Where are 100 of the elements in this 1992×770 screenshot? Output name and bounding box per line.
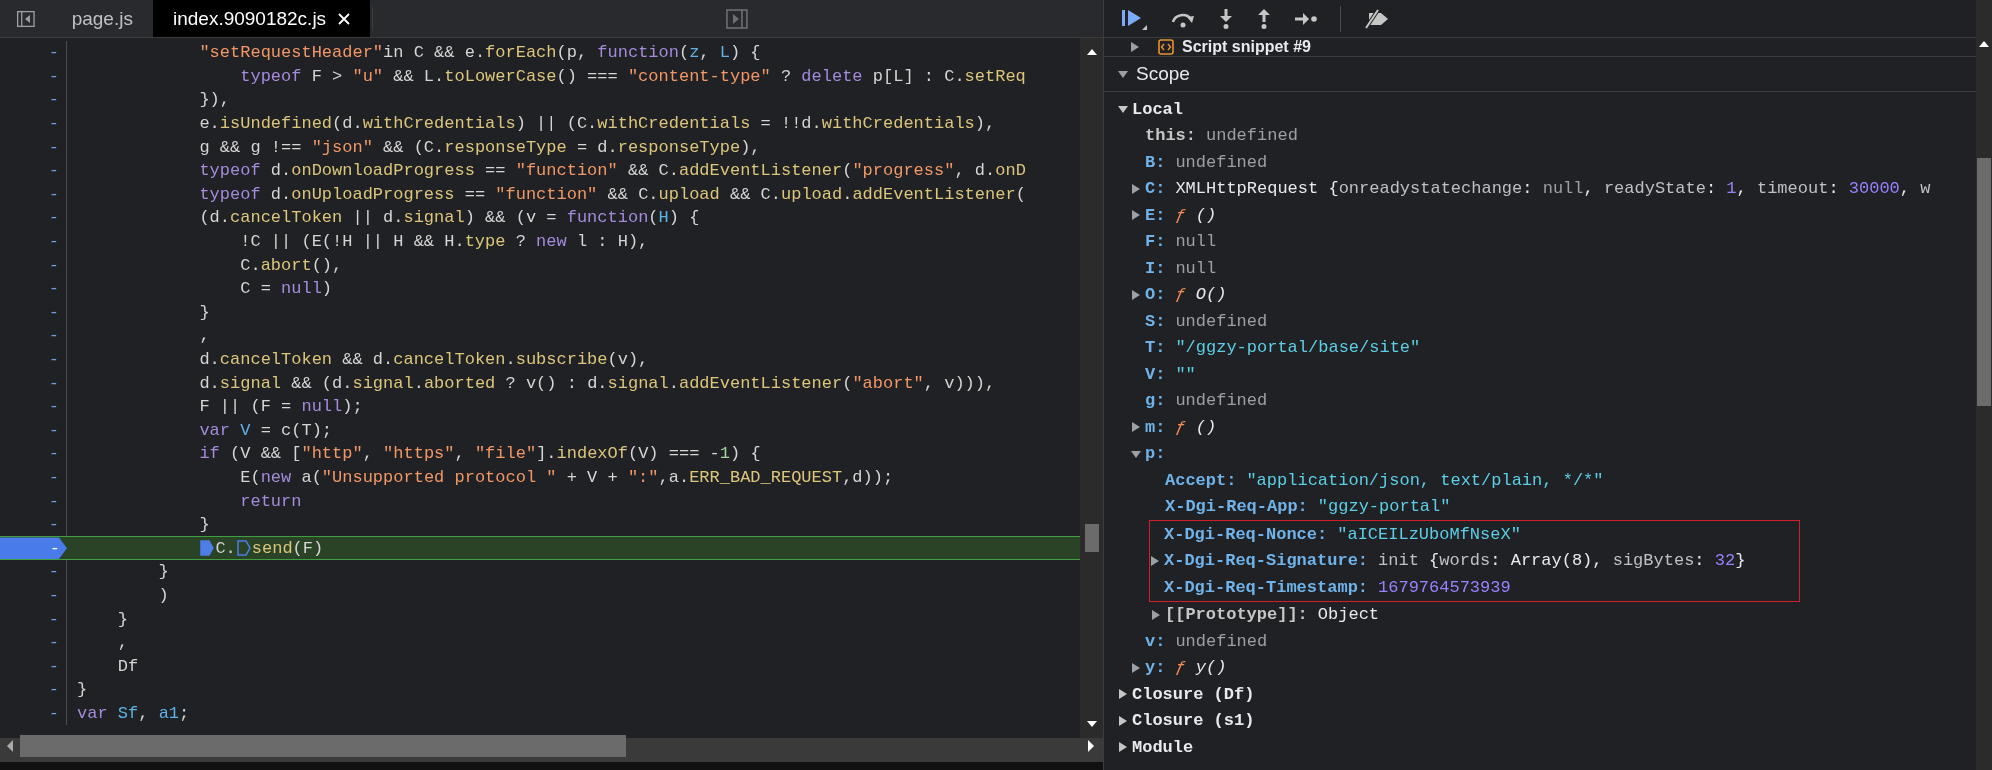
scrollbar-thumb[interactable] xyxy=(20,735,626,757)
line-number[interactable]: - xyxy=(0,135,67,159)
line-number[interactable]: - xyxy=(0,324,67,348)
expand-triangle-icon[interactable] xyxy=(1150,555,1160,566)
expand-triangle-icon[interactable] xyxy=(1131,289,1141,300)
line-number[interactable]: - xyxy=(0,583,67,608)
line-number[interactable]: - xyxy=(0,607,67,631)
line-number[interactable]: - xyxy=(0,41,67,65)
line-number[interactable]: - xyxy=(0,489,67,513)
breakpoint-marker-icon[interactable] xyxy=(200,540,215,557)
file-tab[interactable]: page.js xyxy=(51,0,153,37)
code-text: C. xyxy=(215,538,236,558)
variable-value: undefined xyxy=(1175,311,1268,331)
line-number[interactable]: - xyxy=(0,347,67,372)
code-line: d.signal && (d.signal.aborted ? v() : d.signal.addEventListener("abort", v))), xyxy=(198,373,996,393)
line-number[interactable]: - xyxy=(0,88,67,112)
variable-name: T: xyxy=(1145,338,1166,358)
variable-name: Accept: xyxy=(1165,470,1237,490)
variable-name: m: xyxy=(1145,417,1166,437)
vertical-scrollbar[interactable] xyxy=(1976,0,1992,770)
code-line: } xyxy=(116,609,128,629)
code-line: } xyxy=(198,515,210,535)
step-icon[interactable] xyxy=(1294,11,1318,26)
expand-triangle-icon[interactable] xyxy=(1131,448,1141,459)
variable-name: V: xyxy=(1145,364,1166,384)
expand-triangle-icon[interactable] xyxy=(1118,715,1128,726)
line-number[interactable]: - xyxy=(0,701,67,726)
line-number[interactable]: - xyxy=(0,300,67,325)
line-number[interactable]: - xyxy=(0,158,67,183)
expand-triangle-icon[interactable] xyxy=(1118,104,1128,115)
file-tab[interactable]: index.9090182c.js xyxy=(152,0,371,37)
expand-triangle-icon[interactable] xyxy=(1130,42,1140,52)
scope-group-label[interactable]: Local xyxy=(1132,99,1183,119)
variable-name: F: xyxy=(1145,232,1166,252)
variable-value: Object xyxy=(1317,605,1380,625)
variable-name: O: xyxy=(1145,285,1166,305)
line-number[interactable]: - xyxy=(0,465,67,490)
scrollbar-thumb[interactable] xyxy=(1977,158,1991,406)
step-out-icon[interactable] xyxy=(1256,7,1272,30)
line-number[interactable]: - xyxy=(0,276,67,301)
variable-name: E: xyxy=(1145,205,1166,225)
line-number[interactable]: - xyxy=(0,182,67,207)
code-line: e.isUndefined(d.withCredentials) || (C.withCredentials = !!d.withCredentials), xyxy=(198,114,996,134)
horizontal-scrollbar[interactable] xyxy=(0,738,1103,770)
scroll-up-icon[interactable] xyxy=(1979,40,1989,48)
code-line: C = null) xyxy=(239,279,333,299)
line-number[interactable]: - xyxy=(0,111,67,136)
expand-triangle-icon[interactable] xyxy=(1118,689,1128,700)
variable-value: ƒ y() xyxy=(1175,658,1227,678)
line-number[interactable]: - xyxy=(0,206,67,230)
code-line: "setRequestHeader"in C && e.forEach(p, function(z, L) { xyxy=(198,43,761,63)
line-number[interactable]: - xyxy=(0,678,67,702)
variable-value: "" xyxy=(1175,364,1196,384)
variable-value: "application/json, text/plain, */*" xyxy=(1246,470,1604,490)
step-into-icon[interactable] xyxy=(1218,7,1234,30)
scroll-left-icon[interactable] xyxy=(6,740,14,752)
line-number[interactable]: - xyxy=(0,394,67,419)
scrollbar-thumb[interactable] xyxy=(1084,524,1099,552)
line-number[interactable]: - xyxy=(0,371,67,395)
expand-triangle-icon[interactable] xyxy=(1118,742,1128,753)
line-number[interactable]: - xyxy=(0,560,67,584)
scope-group-label[interactable]: Module xyxy=(1132,737,1194,757)
variable-value: ƒ O() xyxy=(1175,285,1227,305)
scope-group-label[interactable]: Closure (s1) xyxy=(1132,711,1255,731)
variable-value: null xyxy=(1175,232,1217,252)
scroll-up-icon[interactable] xyxy=(1086,48,1097,56)
call-frame-label[interactable]: Script snippet #9 xyxy=(1182,38,1311,56)
variable-name: S: xyxy=(1145,311,1166,331)
variable-name: X-Dgi-Req-App: xyxy=(1165,497,1308,517)
variable-value: init {words: Array(8), sigBytes: 32} xyxy=(1378,551,1746,571)
code-line: typeof d.onUploadProgress == "function" && C.upload && C.upload.addEventListener( xyxy=(198,184,1026,204)
vertical-scrollbar[interactable] xyxy=(1080,38,1103,738)
breakpoint-outline-icon[interactable] xyxy=(236,540,251,557)
line-number[interactable]: - xyxy=(0,654,67,679)
code-line: return xyxy=(239,491,302,511)
variable-name: I: xyxy=(1145,258,1166,278)
expand-triangle-icon[interactable] xyxy=(1118,69,1128,79)
code-line: }), xyxy=(198,90,231,110)
line-number[interactable]: - xyxy=(0,229,67,254)
expand-triangle-icon[interactable] xyxy=(1131,183,1141,194)
variable-name: X-Dgi-Req-Timestamp: xyxy=(1164,577,1369,597)
line-number[interactable]: - xyxy=(0,253,67,277)
expand-triangle-icon[interactable] xyxy=(1151,609,1161,620)
line-number[interactable]: - xyxy=(0,418,67,443)
code-line: } xyxy=(198,302,210,322)
line-number[interactable]: - xyxy=(0,442,67,466)
variable-value: "aICEILzUboMfNseX" xyxy=(1337,524,1521,544)
expand-triangle-icon[interactable] xyxy=(1131,662,1141,673)
section-header[interactable]: Scope xyxy=(1104,57,1976,92)
variable-value: undefined xyxy=(1175,391,1268,411)
snippet-icon xyxy=(1158,39,1174,55)
expand-triangle-icon[interactable] xyxy=(1131,422,1141,433)
line-number[interactable]: - xyxy=(0,64,67,89)
line-number[interactable]: - xyxy=(0,630,67,655)
expand-triangle-icon[interactable] xyxy=(1131,210,1141,221)
variable-value: "ggzy-portal" xyxy=(1317,497,1451,517)
scope-group-label[interactable]: Closure (Df) xyxy=(1132,684,1255,704)
close-icon[interactable] xyxy=(338,12,351,25)
scroll-down-icon[interactable] xyxy=(1086,720,1097,728)
scroll-right-icon[interactable] xyxy=(1087,740,1095,752)
